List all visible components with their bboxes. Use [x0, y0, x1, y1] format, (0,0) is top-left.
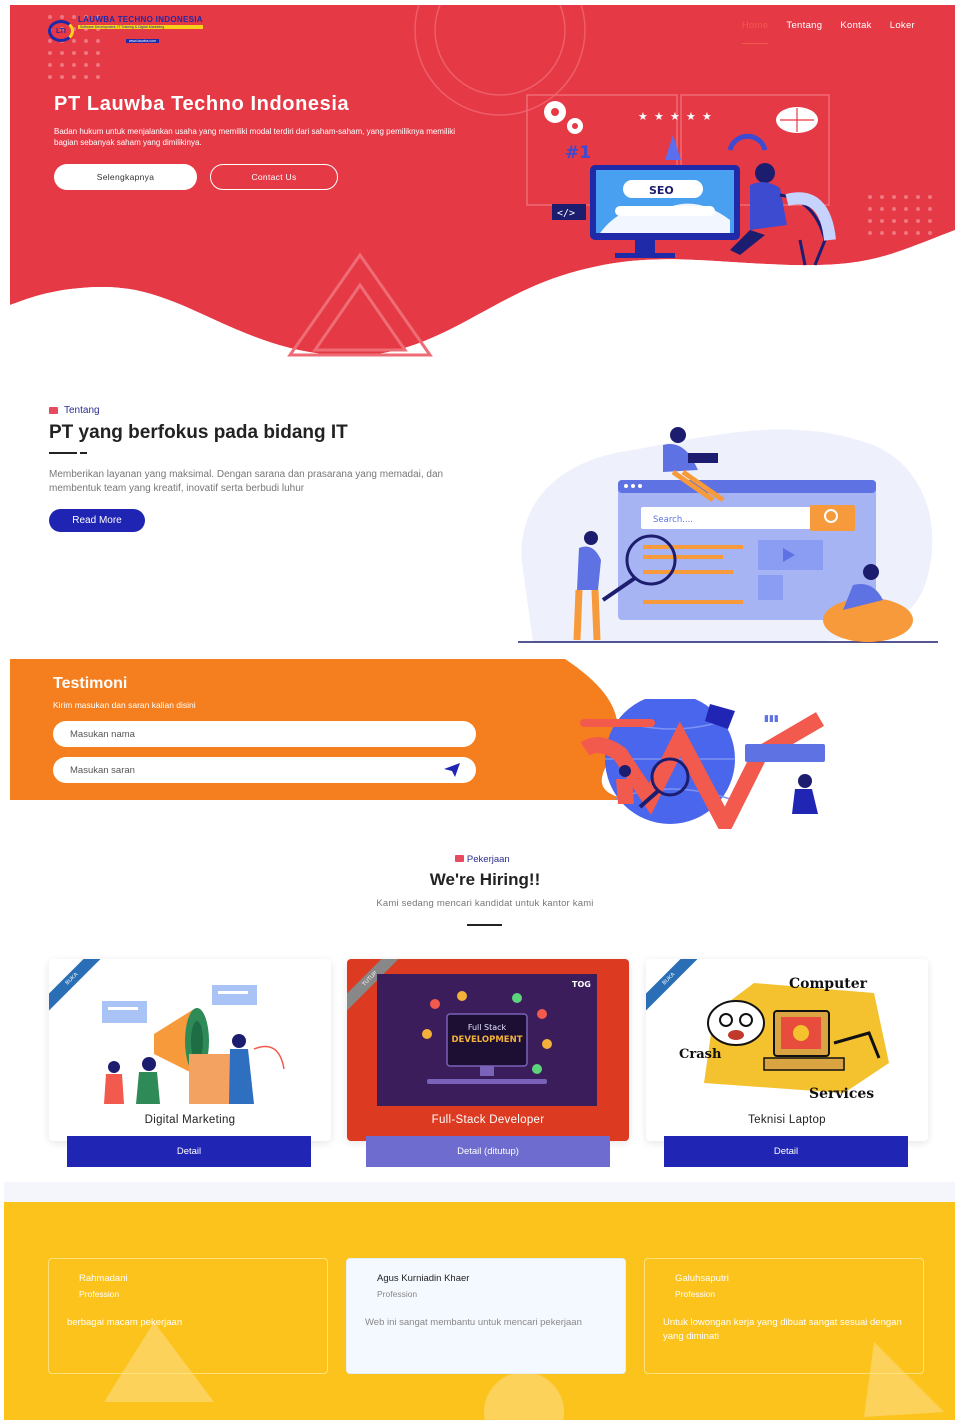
suggestion-input[interactable]: Masukan saran — [53, 757, 476, 783]
nav-item-loker[interactable]: Loker — [890, 20, 915, 44]
label-square-icon — [455, 855, 465, 862]
reviewer-role: Profession — [377, 1289, 418, 1299]
stars-icon: ★ ★ ★ ★ ★ — [638, 110, 712, 123]
testimoni-illustration: ▮▮▮ — [580, 699, 825, 829]
nav-item-tentang[interactable]: Tentang — [786, 20, 822, 44]
job-title: Full-Stack Developer — [431, 1114, 545, 1126]
contact-us-button[interactable]: Contact Us — [210, 164, 338, 190]
review-text: berbagai macam pekerjaan — [67, 1317, 183, 1328]
svg-text:Search....: Search.... — [653, 515, 693, 525]
testimoni-section: Testimoni Kirim masukan dan saran kalian… — [10, 659, 955, 829]
main-nav: Home Tentang Kontak Loker — [741, 20, 915, 44]
svg-text:Crash: Crash — [679, 1047, 722, 1062]
hiring-section-label: Pekerjaan — [0, 854, 955, 865]
job-detail-button[interactable]: Detail — [67, 1136, 311, 1167]
hiring-subtitle: Kami sedang mencari kandidat untuk kanto… — [376, 898, 594, 909]
svg-text:Full Stack: Full Stack — [468, 1023, 507, 1032]
review-card[interactable]: Galuhsaputri Profession Untuk lowongan k… — [644, 1258, 924, 1374]
testimoni-title: Testimoni — [53, 675, 128, 692]
job-card-teknisi-laptop[interactable]: BUKA Computer Crash Services Teknisi Lap… — [646, 959, 928, 1141]
reviewer-name: Rahmadani — [79, 1273, 128, 1284]
brand-logo[interactable]: LTI LAUWBA TECHNO INDONESIA Software Dev… — [48, 15, 203, 47]
svg-text:TOG: TOG — [572, 980, 591, 989]
hiring-title: We're Hiring!! — [429, 870, 541, 889]
testimoni-subtitle: Kirim masukan dan saran kalian disini — [53, 700, 196, 710]
svg-text:★: ★ — [638, 110, 648, 123]
title-underline-dot — [80, 452, 87, 454]
review-card-active[interactable]: Agus Kurniadin Khaer Profession Web ini … — [346, 1258, 626, 1374]
review-card[interactable]: Rahmadani Profession berbagai macam peke… — [48, 1258, 328, 1374]
reviewer-name: Agus Kurniadin Khaer — [377, 1273, 470, 1284]
hero-description: Badan hukum untuk menjalankan usaha yang… — [54, 127, 456, 147]
teknisi-laptop-image: Computer Crash Services — [679, 976, 889, 1102]
gear-icon — [544, 101, 583, 134]
job-title: Teknisi Laptop — [748, 1114, 826, 1126]
brand-name: LAUWBA TECHNO INDONESIA — [78, 15, 203, 24]
review-text: Web ini sangat membantu untuk mencari pe… — [365, 1317, 582, 1328]
about-description: Memberikan layanan yang maksimal. Dengan… — [49, 469, 444, 494]
brand-tagline: Software Development, IT Training & Digi… — [78, 25, 203, 29]
svg-text:</>: </> — [557, 208, 575, 219]
title-underline — [49, 452, 77, 454]
svg-text:Services: Services — [809, 1086, 874, 1102]
digital-marketing-image — [102, 985, 285, 1104]
svg-text:DEVELOPMENT: DEVELOPMENT — [452, 1035, 523, 1045]
seo-illustration: ★ ★ ★ ★ ★ #1 SEO </> — [526, 94, 836, 266]
review-text: Untuk lowongan kerja yang dibuat sangat … — [663, 1317, 902, 1342]
fullstack-developer-image: TOG Full Stack DEVELOPMENT — [377, 974, 597, 1106]
job-detail-button[interactable]: Detail — [664, 1136, 908, 1167]
hero-title: PT Lauwba Techno Indonesia — [54, 93, 350, 115]
reviewer-name: Galuhsaputri — [675, 1273, 729, 1284]
logo-mark-icon: LTI — [48, 20, 74, 42]
svg-text:★: ★ — [670, 110, 680, 123]
svg-text:SEO: SEO — [649, 184, 674, 197]
reviewer-role: Profession — [675, 1289, 716, 1299]
hiring-underline — [467, 924, 502, 926]
nav-item-kontak[interactable]: Kontak — [840, 20, 871, 44]
laptop-icon — [688, 453, 718, 463]
about-title: PT yang berfokus pada bidang IT — [49, 422, 348, 443]
search-illustration: Search.... — [518, 427, 938, 643]
svg-text:★: ★ — [702, 110, 712, 123]
svg-text:★: ★ — [686, 110, 696, 123]
reviews-section: Rahmadani Profession berbagai macam peke… — [4, 1202, 955, 1420]
hero-section: LTI LAUWBA TECHNO INDONESIA Software Dev… — [10, 5, 955, 360]
nav-item-home[interactable]: Home — [741, 20, 769, 44]
job-card-digital-marketing[interactable]: BUKA Digital Marketing — [49, 959, 331, 1141]
reviewer-role: Profession — [79, 1289, 120, 1299]
name-input[interactable]: Masukan nama — [53, 721, 476, 747]
label-square-icon — [49, 407, 58, 414]
about-section-label: Tentang — [49, 405, 100, 416]
svg-text:Computer: Computer — [789, 976, 868, 992]
read-more-button[interactable]: Read More — [49, 509, 145, 532]
page: LTI LAUWBA TECHNO INDONESIA Software Dev… — [0, 0, 955, 1420]
job-detail-button-disabled[interactable]: Detail (ditutup) — [366, 1136, 610, 1167]
job-card-fullstack-developer[interactable]: TUTUP TOG Full Stack DEVELOPMENT Full-St… — [347, 959, 629, 1141]
selengkapnya-button[interactable]: Selengkapnya — [54, 164, 197, 190]
job-title: Digital Marketing — [144, 1114, 236, 1126]
jobs-section: BUKA Digital Marketing Detail TUTUP TOG — [4, 930, 955, 1182]
bar-chart-icon: ▮▮▮ — [764, 714, 779, 724]
section-divider — [4, 1182, 955, 1202]
send-icon[interactable] — [444, 763, 460, 777]
svg-text:★: ★ — [654, 110, 664, 123]
svg-text:#1: #1 — [565, 143, 591, 163]
brand-url: www.lauwba.com — [126, 39, 160, 43]
